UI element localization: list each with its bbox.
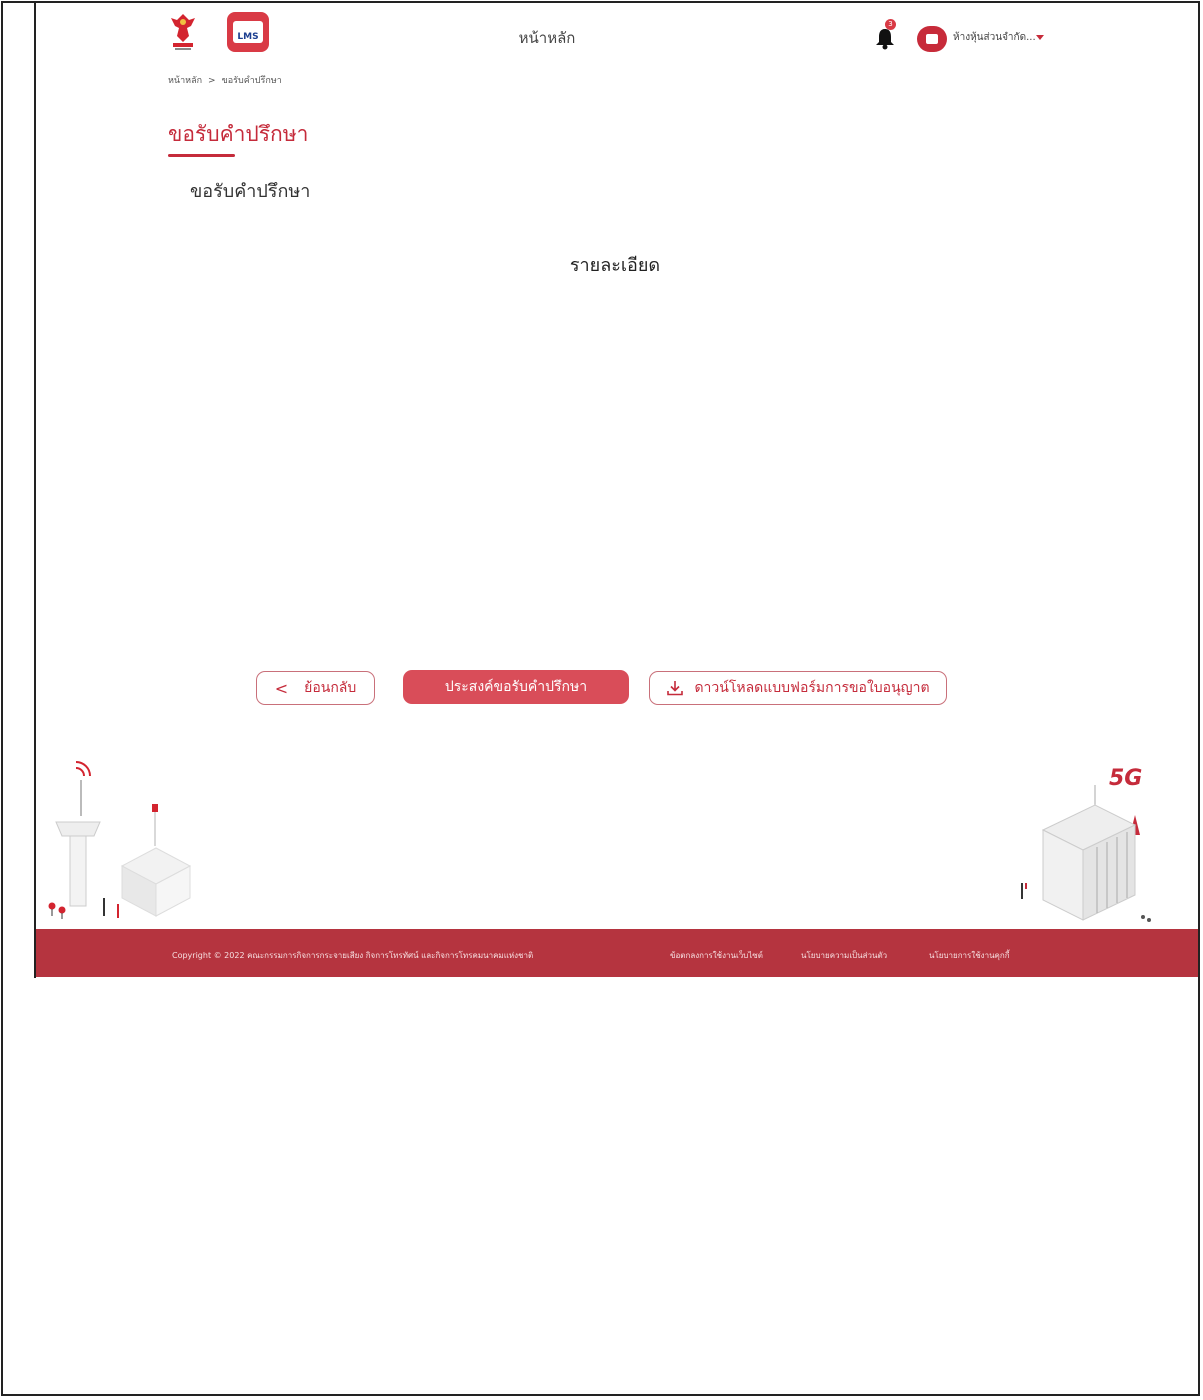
title-underline bbox=[168, 154, 235, 157]
nav-home-link[interactable]: หน้าหลัก bbox=[497, 26, 597, 50]
tower-illustration bbox=[38, 756, 218, 928]
lms-logo[interactable]: LMS bbox=[227, 12, 269, 52]
5g-label: 5G bbox=[1109, 766, 1142, 791]
footer-terms-link[interactable]: ข้อตกลงการใช้งานเว็บไซต์ bbox=[670, 949, 763, 962]
footer-cookie-link[interactable]: นโยบายการใช้งานคุกกี้ bbox=[929, 949, 1010, 962]
breadcrumb-home[interactable]: หน้าหลัก bbox=[168, 76, 202, 86]
footer-copyright: Copyright © 2022 คณะกรรมการกิจการกระจายเ… bbox=[172, 951, 534, 960]
chevron-down-icon[interactable] bbox=[1036, 35, 1044, 40]
user-avatar[interactable] bbox=[917, 26, 947, 52]
page-border-line bbox=[34, 3, 36, 978]
back-button-label: ย้อนกลับ bbox=[304, 680, 357, 696]
site-footer: Copyright © 2022 คณะกรรมการกิจการกระจายเ… bbox=[36, 929, 1198, 977]
section-subtitle: ขอรับคำปรึกษา bbox=[190, 181, 311, 202]
download-icon bbox=[667, 681, 684, 696]
breadcrumb: หน้าหลัก > ขอรับคำปรึกษา bbox=[168, 73, 282, 87]
building-5g-illustration: 5G bbox=[1005, 755, 1165, 930]
user-name[interactable]: ห้างหุ้นส่วนจำกัด... bbox=[953, 30, 1036, 45]
notification-count-badge: 3 bbox=[885, 19, 896, 30]
garuda-logo[interactable] bbox=[167, 12, 199, 52]
detail-heading: รายละเอียด bbox=[569, 255, 661, 276]
breadcrumb-separator: > bbox=[208, 76, 216, 86]
chevron-left-icon: < bbox=[274, 678, 289, 698]
request-consultation-button[interactable]: ประสงค์ขอรับคำปรึกษา bbox=[403, 670, 629, 704]
breadcrumb-current: ขอรับคำปรึกษา bbox=[221, 76, 282, 86]
building-icon bbox=[926, 34, 938, 44]
notification-bell-icon[interactable] bbox=[872, 25, 898, 51]
download-button-label: ดาวน์โหลดแบบฟอร์มการขอใบอนุญาต bbox=[694, 680, 930, 696]
footer-privacy-link[interactable]: นโยบายความเป็นส่วนตัว bbox=[801, 949, 887, 962]
back-button[interactable]: < ย้อนกลับ bbox=[256, 671, 375, 705]
request-button-label: ประสงค์ขอรับคำปรึกษา bbox=[444, 679, 588, 695]
page-title: ขอรับคำปรึกษา bbox=[168, 122, 309, 146]
download-form-button[interactable]: ดาวน์โหลดแบบฟอร์มการขอใบอนุญาต bbox=[649, 671, 947, 705]
